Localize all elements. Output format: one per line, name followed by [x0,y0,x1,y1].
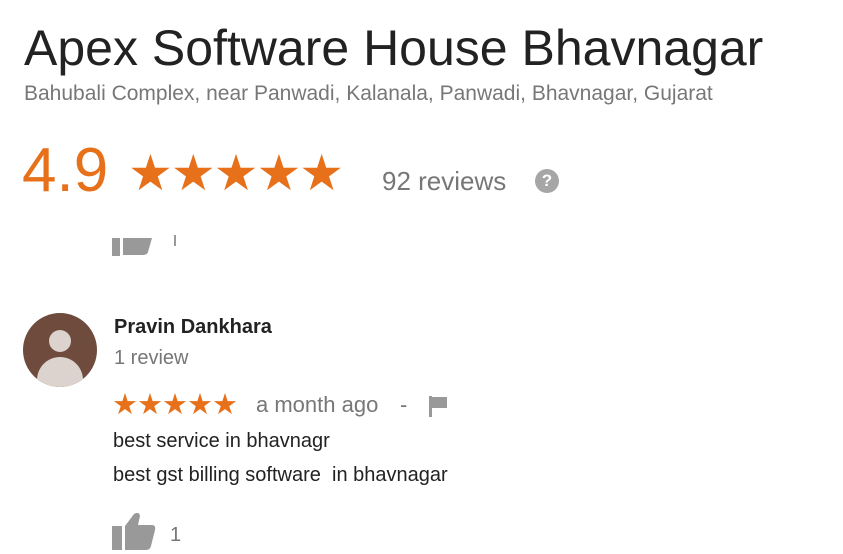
reviewer-review-count: 1 review [114,347,189,369]
person-icon-body [37,357,83,387]
rating-stars: ★★★★★ [128,145,344,201]
review-time: a month ago [256,392,379,417]
person-icon-head [49,330,71,352]
review-separator: - [400,392,408,417]
average-rating: 4.9 [22,136,109,205]
like-button[interactable] [112,512,156,550]
reviewer-name[interactable]: Pravin Dankhara [114,314,272,340]
review-rating-stars: ★★★★★ [112,389,238,421]
avatar[interactable] [23,313,97,387]
place-address: Bahubali Complex, near Panwadi, Kalanala… [24,82,713,105]
previous-review-like-count [174,235,176,246]
question-circle-icon[interactable]: ? [535,169,559,193]
like-count: 1 [170,524,182,546]
thumbs-up-icon [112,512,156,550]
review-text-line: best gst billing software in bhavnagar [113,464,448,486]
previous-review-like-button[interactable] [112,236,154,256]
review-text-line: best service in bhavnagr [113,430,330,452]
thumbs-up-icon [112,238,152,256]
flag-icon[interactable] [427,394,451,423]
place-title: Apex Software House Bhavnagar [24,20,764,76]
review-count-link[interactable]: 92 reviews [382,163,506,199]
